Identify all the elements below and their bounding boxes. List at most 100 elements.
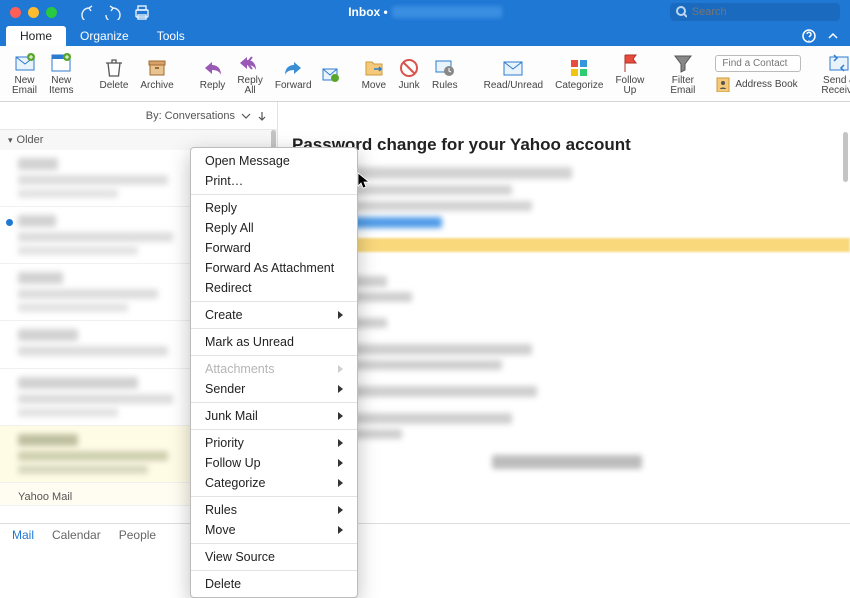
address-book-button[interactable]: Address Book: [715, 76, 801, 92]
follow-up-button[interactable]: Follow Up: [609, 50, 650, 98]
sort-bar: By: Conversations: [0, 102, 278, 130]
chevron-down-icon[interactable]: [241, 111, 251, 121]
submenu-arrow-icon: [338, 439, 343, 447]
help-icon[interactable]: [802, 29, 816, 43]
new-items-button[interactable]: New Items: [43, 50, 79, 98]
flag-icon: [619, 52, 641, 74]
menu-priority[interactable]: Priority: [191, 433, 357, 453]
tab-tools[interactable]: Tools: [143, 26, 199, 46]
categorize-button[interactable]: Categorize: [549, 55, 609, 93]
menu-delete[interactable]: Delete: [191, 574, 357, 594]
window-title: Inbox •: [348, 5, 502, 19]
redo-icon[interactable]: [105, 4, 121, 20]
submenu-arrow-icon: [338, 506, 343, 514]
ribbon-toolbar: New Email New Items Delete Archive Reply…: [0, 46, 850, 102]
filter-icon: [672, 52, 694, 74]
account-name-redacted: [392, 6, 502, 18]
submenu-arrow-icon: [338, 412, 343, 420]
message-header-redacted: [352, 167, 832, 211]
tab-organize[interactable]: Organize: [66, 26, 143, 46]
submenu-arrow-icon: [338, 365, 343, 373]
menu-print[interactable]: Print…: [191, 171, 357, 191]
print-icon[interactable]: [133, 4, 149, 20]
message-subject: Password change for your Yahoo account: [292, 130, 832, 155]
menu-mark-unread[interactable]: Mark as Unread: [191, 332, 357, 352]
new-items-icon: [50, 52, 72, 74]
new-email-button[interactable]: New Email: [6, 50, 43, 98]
submenu-arrow-icon: [338, 311, 343, 319]
sort-direction-icon[interactable]: [257, 111, 267, 121]
menu-attachments: Attachments: [191, 359, 357, 379]
chevron-down-icon: ▾: [8, 135, 13, 146]
rules-button[interactable]: Rules: [426, 55, 464, 93]
menu-forward-attachment[interactable]: Forward As Attachment: [191, 258, 357, 278]
move-button[interactable]: Move: [356, 55, 392, 93]
attachment-icon: [321, 65, 339, 83]
mouse-cursor-icon: [357, 172, 371, 190]
menu-junk-mail[interactable]: Junk Mail: [191, 406, 357, 426]
search-input[interactable]: [692, 6, 834, 18]
forward-icon: [282, 57, 304, 79]
read-unread-button[interactable]: Read/Unread: [478, 55, 549, 93]
undo-icon[interactable]: [77, 4, 93, 20]
menu-sender[interactable]: Sender: [191, 379, 357, 399]
search-icon: [676, 6, 687, 18]
menu-view-source[interactable]: View Source: [191, 547, 357, 567]
title-prefix: Inbox •: [348, 5, 388, 19]
context-menu: Open Message Print… Reply Reply All Forw…: [190, 147, 358, 598]
menu-create[interactable]: Create: [191, 305, 357, 325]
menu-move[interactable]: Move: [191, 520, 357, 540]
quick-access-toolbar: [77, 4, 149, 20]
minimize-window-button[interactable]: [28, 7, 39, 18]
view-people[interactable]: People: [119, 528, 156, 542]
reading-scrollbar[interactable]: [843, 132, 848, 182]
delete-button[interactable]: Delete: [93, 55, 134, 93]
send-receive-icon: [828, 52, 850, 74]
trash-icon: [103, 57, 125, 79]
tab-home[interactable]: Home: [6, 26, 66, 46]
unread-dot-icon: [6, 219, 13, 226]
menu-forward[interactable]: Forward: [191, 238, 357, 258]
menu-redirect[interactable]: Redirect: [191, 278, 357, 298]
junk-icon: [398, 57, 420, 79]
reply-all-button[interactable]: Reply All: [231, 50, 269, 98]
archive-button[interactable]: Archive: [134, 55, 179, 93]
view-mail[interactable]: Mail: [12, 528, 34, 542]
sender-link-redacted: [352, 217, 442, 228]
new-email-icon: [14, 52, 36, 74]
junk-button[interactable]: Junk: [392, 55, 426, 93]
sort-by-button[interactable]: By: Conversations: [146, 110, 235, 122]
menu-follow-up[interactable]: Follow Up: [191, 453, 357, 473]
window-controls: [0, 7, 57, 18]
find-contact-input[interactable]: [715, 55, 801, 72]
collapse-ribbon-icon[interactable]: [826, 29, 840, 43]
reply-icon: [202, 57, 224, 79]
send-receive-button[interactable]: Send & Receive: [815, 50, 850, 98]
archive-icon: [146, 57, 168, 79]
submenu-arrow-icon: [338, 479, 343, 487]
menu-categorize[interactable]: Categorize: [191, 473, 357, 493]
view-switcher: Mail Calendar People: [0, 523, 850, 545]
reply-all-icon: [239, 52, 261, 74]
submenu-arrow-icon: [338, 526, 343, 534]
read-unread-icon: [502, 57, 524, 79]
menu-open-message[interactable]: Open Message: [191, 151, 357, 171]
view-calendar[interactable]: Calendar: [52, 528, 101, 542]
close-window-button[interactable]: [10, 7, 21, 18]
menu-reply-all[interactable]: Reply All: [191, 218, 357, 238]
attachment-overflow-button[interactable]: [318, 63, 342, 85]
search-box[interactable]: [670, 3, 840, 21]
menu-rules[interactable]: Rules: [191, 500, 357, 520]
move-icon: [363, 57, 385, 79]
info-bar[interactable]: [278, 238, 850, 252]
menu-reply[interactable]: Reply: [191, 198, 357, 218]
filter-email-button[interactable]: Filter Email: [664, 50, 701, 98]
reply-button[interactable]: Reply: [194, 55, 232, 93]
maximize-window-button[interactable]: [46, 7, 57, 18]
message-body-redacted: [292, 264, 832, 469]
categorize-icon: [568, 57, 590, 79]
ribbon-tabs: Home Organize Tools: [0, 24, 850, 46]
address-book-icon: [715, 76, 731, 92]
window-titlebar: Inbox •: [0, 0, 850, 24]
forward-button[interactable]: Forward: [269, 55, 318, 93]
